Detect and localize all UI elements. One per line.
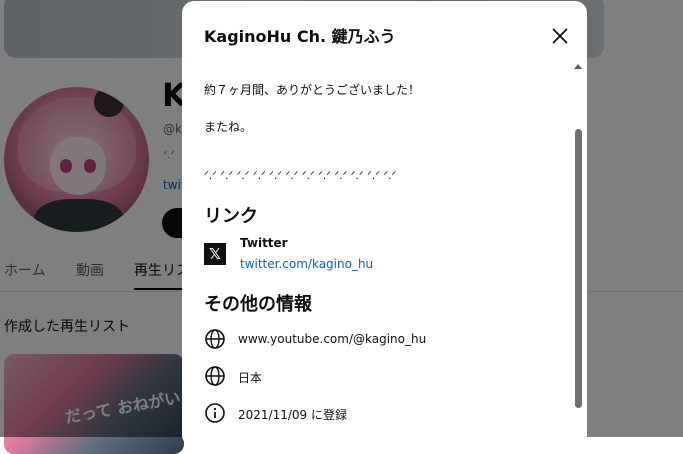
- info-icon: [204, 402, 226, 424]
- links-heading: リンク: [204, 206, 258, 227]
- channel-country: 日本: [238, 371, 263, 385]
- dialog-title: KaginoHu Ch. 鍵乃ふう: [204, 27, 396, 46]
- channel-url[interactable]: www.youtube.com/@kagino_hu: [238, 332, 426, 346]
- globe-icon: [204, 365, 226, 387]
- description-line: 約７ヶ月間、ありがとうございました！: [204, 83, 421, 97]
- description-decoration: ᐟ.ᐟ ᐟ.ᐟ ᐟ.ᐟ ᐟ.ᐟ ᐟ.ᐟ ᐟ.ᐟ ᐟ.ᐟ ᐟ.ᐟ ᐟ.ᐟ ᐟ.ᐟ …: [204, 169, 397, 182]
- description-line: またね。: [204, 120, 253, 134]
- globe-icon: [204, 328, 226, 350]
- other-info-heading: その他の情報: [204, 294, 312, 315]
- twitter-link[interactable]: twitter.com/kagino_hu: [240, 257, 373, 271]
- scroll-up-arrow-icon[interactable]: [574, 64, 582, 69]
- x-logo-icon: 𝕏: [204, 243, 226, 265]
- dialog-scrollbar[interactable]: [575, 129, 582, 408]
- about-dialog: KaginoHu Ch. 鍵乃ふう 約７ヶ月間、ありがとうございました！ またね…: [182, 1, 587, 447]
- close-button[interactable]: [545, 21, 575, 51]
- close-icon: [552, 28, 568, 44]
- link-title: Twitter: [240, 236, 288, 250]
- join-date: 2021/11/09 に登録: [238, 408, 347, 422]
